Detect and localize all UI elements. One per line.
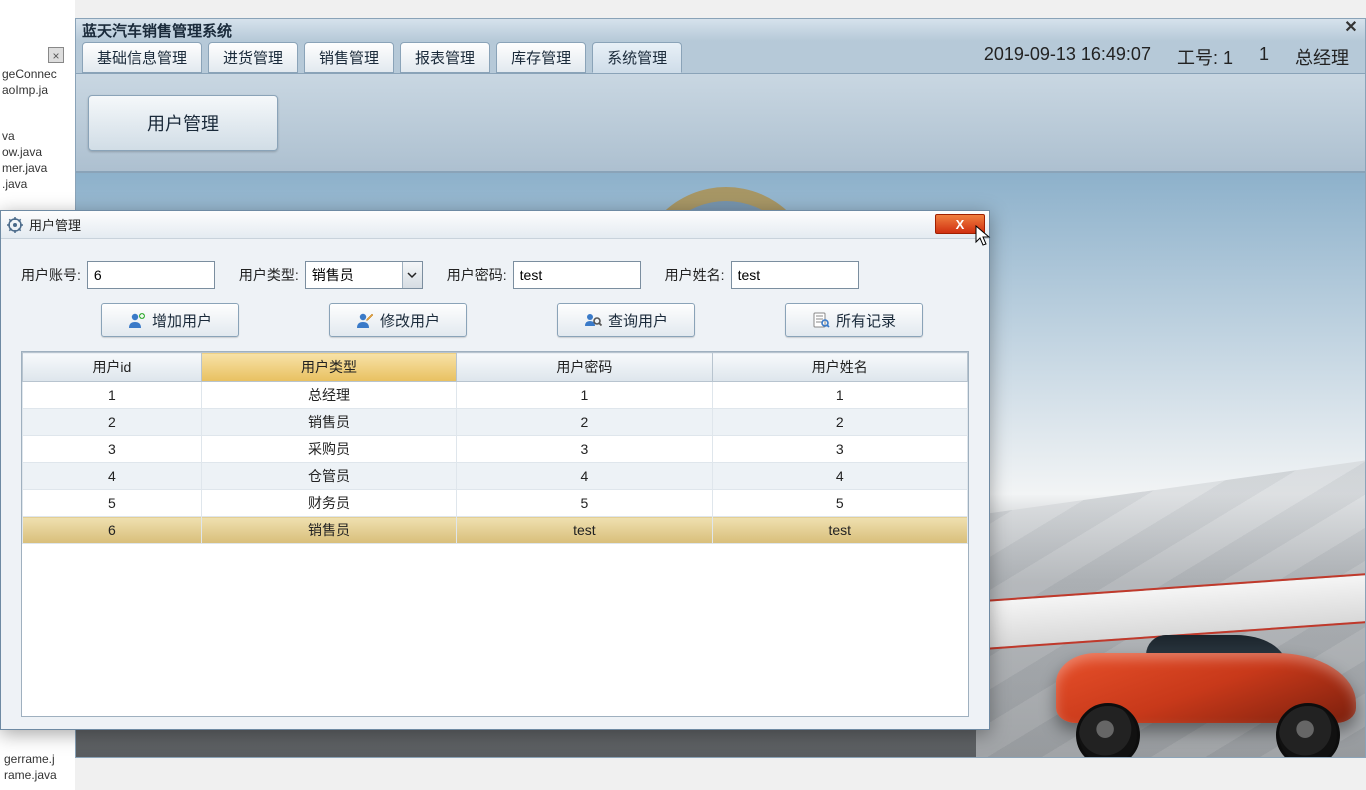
app-close-button[interactable]: ✕ xyxy=(1341,20,1361,38)
edit-user-label: 修改用户 xyxy=(380,310,440,331)
table-cell: 4 xyxy=(712,463,967,490)
status-info: 2019-09-13 16:49:07 工号: 1 1 总经理 xyxy=(984,44,1359,70)
name-input[interactable] xyxy=(731,261,859,289)
table-cell: 1 xyxy=(23,382,202,409)
status-employee-extra: 1 xyxy=(1259,44,1269,70)
table-cell: 3 xyxy=(23,436,202,463)
table-row[interactable]: 3采购员33 xyxy=(23,436,968,463)
desktop-file: va xyxy=(0,128,75,144)
table-row[interactable]: 4仓管员44 xyxy=(23,463,968,490)
button-row: 增加用户 修改用户 查询用户 所有记录 xyxy=(21,303,969,337)
table-row[interactable]: 6销售员testtest xyxy=(23,517,968,544)
tab-system[interactable]: 系统管理 xyxy=(592,42,682,73)
tab-inventory[interactable]: 库存管理 xyxy=(496,42,586,73)
table-cell: 5 xyxy=(457,490,712,517)
desktop-file: .java xyxy=(0,176,75,192)
dialog-title: 用户管理 xyxy=(29,215,81,234)
table-cell: 3 xyxy=(457,436,712,463)
account-input[interactable] xyxy=(87,261,215,289)
tab-basic-info[interactable]: 基础信息管理 xyxy=(82,42,202,73)
table-header[interactable]: 用户姓名 xyxy=(712,353,967,382)
tab-report[interactable]: 报表管理 xyxy=(400,42,490,73)
add-user-label: 增加用户 xyxy=(152,310,212,331)
table-row[interactable]: 5财务员55 xyxy=(23,490,968,517)
desktop-file: ow.java xyxy=(0,144,75,160)
all-records-label: 所有记录 xyxy=(836,310,896,331)
table-header[interactable]: 用户类型 xyxy=(201,353,456,382)
desktop-file: geConnec xyxy=(0,66,75,82)
table-header[interactable]: 用户密码 xyxy=(457,353,712,382)
table-cell: 3 xyxy=(712,436,967,463)
desktop-file: gerrame.j xyxy=(2,751,59,767)
password-label: 用户密码: xyxy=(447,265,507,285)
user-management-button[interactable]: 用户管理 xyxy=(88,95,278,151)
dialog-body: 用户账号: 用户类型: 用户密码: 用户姓名: xyxy=(1,239,989,729)
add-user-button[interactable]: 增加用户 xyxy=(101,303,239,337)
table-cell: test xyxy=(712,517,967,544)
search-user-button[interactable]: 查询用户 xyxy=(557,303,695,337)
table-cell: 采购员 xyxy=(201,436,456,463)
table-cell: 1 xyxy=(712,382,967,409)
tab-row: 基础信息管理 进货管理 销售管理 报表管理 库存管理 系统管理 2019-09-… xyxy=(76,41,1365,73)
table-cell: 5 xyxy=(23,490,202,517)
sub-toolbar: 用户管理 xyxy=(76,73,1365,173)
desktop-file: mer.java xyxy=(0,160,75,176)
app-titlebar: 蓝天汽车销售管理系统 ✕ xyxy=(76,19,1365,41)
desktop-file: rame.java xyxy=(2,767,59,783)
edit-user-button[interactable]: 修改用户 xyxy=(329,303,467,337)
background-car xyxy=(1036,623,1365,757)
table-cell: 2 xyxy=(457,409,712,436)
tab-purchase[interactable]: 进货管理 xyxy=(208,42,298,73)
user-table-wrap[interactable]: 用户id 用户类型 用户密码 用户姓名 1总经理112销售员223采购员334仓… xyxy=(21,351,969,717)
table-cell: 5 xyxy=(712,490,967,517)
table-header[interactable]: 用户id xyxy=(23,353,202,382)
desktop-close-glyph: × xyxy=(48,47,64,63)
form-row: 用户账号: 用户类型: 用户密码: 用户姓名: xyxy=(21,261,969,289)
table-cell: 销售员 xyxy=(201,409,456,436)
password-input[interactable] xyxy=(513,261,641,289)
dialog-titlebar[interactable]: 用户管理 X xyxy=(1,211,989,239)
search-user-label: 查询用户 xyxy=(608,310,668,331)
table-row[interactable]: 1总经理11 xyxy=(23,382,968,409)
search-user-icon xyxy=(584,311,602,329)
app-title: 蓝天汽车销售管理系统 xyxy=(82,20,232,41)
status-datetime: 2019-09-13 16:49:07 xyxy=(984,44,1151,70)
tab-sales[interactable]: 销售管理 xyxy=(304,42,394,73)
table-cell: 2 xyxy=(23,409,202,436)
status-employee: 工号: 1 xyxy=(1177,44,1233,70)
status-role: 总经理 xyxy=(1295,44,1349,70)
table-cell: 仓管员 xyxy=(201,463,456,490)
table-cell: 4 xyxy=(457,463,712,490)
table-cell: 1 xyxy=(457,382,712,409)
close-icon: X xyxy=(956,217,965,232)
gear-icon xyxy=(7,217,23,233)
account-label: 用户账号: xyxy=(21,265,81,285)
table-cell: 6 xyxy=(23,517,202,544)
dialog-close-button[interactable]: X xyxy=(935,214,985,234)
add-user-icon xyxy=(128,311,146,329)
type-label: 用户类型: xyxy=(239,265,299,285)
table-cell: 销售员 xyxy=(201,517,456,544)
desktop-file: aoImp.ja xyxy=(0,82,75,98)
table-cell: test xyxy=(457,517,712,544)
table-row[interactable]: 2销售员22 xyxy=(23,409,968,436)
type-select[interactable] xyxy=(305,261,423,289)
table-cell: 财务员 xyxy=(201,490,456,517)
table-cell: 2 xyxy=(712,409,967,436)
table-cell: 4 xyxy=(23,463,202,490)
user-management-dialog: 用户管理 X 用户账号: 用户类型: 用户密码 xyxy=(0,210,990,730)
user-table: 用户id 用户类型 用户密码 用户姓名 1总经理112销售员223采购员334仓… xyxy=(22,352,968,544)
edit-user-icon xyxy=(356,311,374,329)
all-records-icon xyxy=(812,311,830,329)
name-label: 用户姓名: xyxy=(665,265,725,285)
table-header-row: 用户id 用户类型 用户密码 用户姓名 xyxy=(23,353,968,382)
all-records-button[interactable]: 所有记录 xyxy=(785,303,923,337)
table-cell: 总经理 xyxy=(201,382,456,409)
